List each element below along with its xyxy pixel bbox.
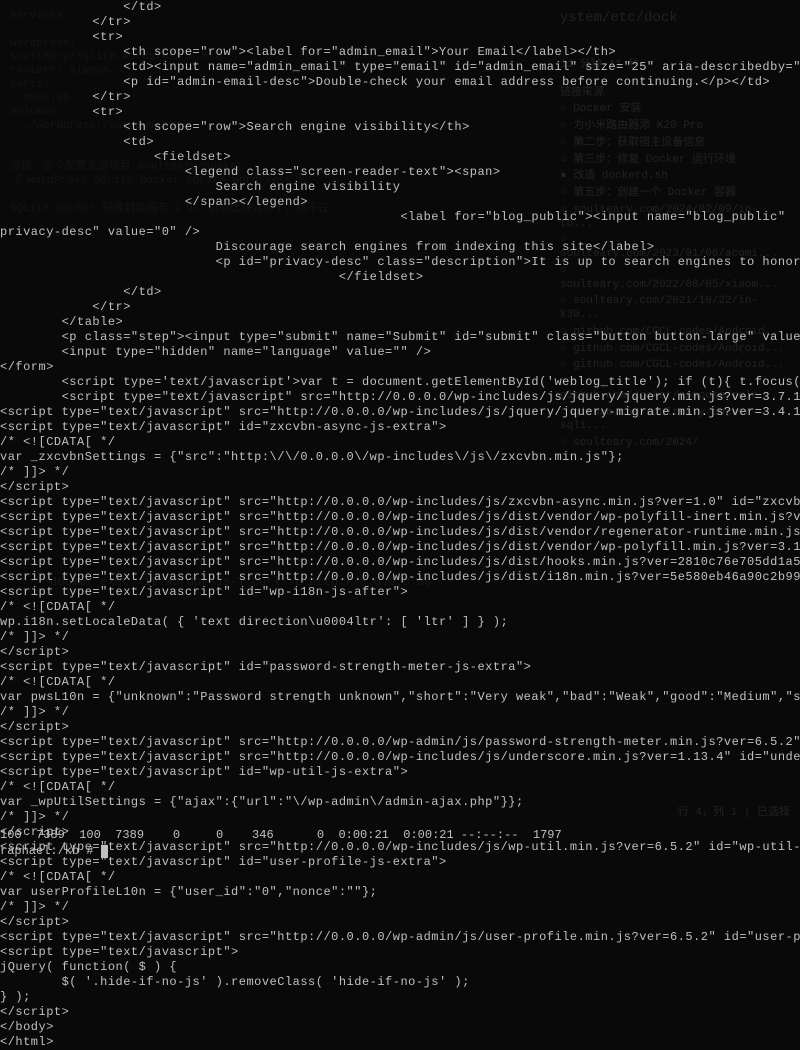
terminal-line: /* <![CDATA[ */ xyxy=(0,600,800,615)
terminal-line: <legend class="screen-reader-text"><span… xyxy=(0,165,800,180)
terminal-line: <script type="text/javascript" src="http… xyxy=(0,405,800,420)
terminal-line: <script type="text/javascript" src="http… xyxy=(0,540,800,555)
terminal-line: </tr> xyxy=(0,300,800,315)
terminal-line: </form> xyxy=(0,360,800,375)
terminal-line: $( '.hide-if-no-js' ).removeClass( 'hide… xyxy=(0,975,800,990)
terminal-line: <tr> xyxy=(0,30,800,45)
curl-progress-line: 100 7389 100 7389 0 0 346 0 0:00:21 0:00… xyxy=(0,828,562,843)
terminal-line: /* ]]> */ xyxy=(0,810,800,825)
terminal-line: <fieldset> xyxy=(0,150,800,165)
terminal-line: <script type="text/javascript" id="wp-ut… xyxy=(0,765,800,780)
terminal-line: </body> xyxy=(0,1020,800,1035)
terminal-line: var _wpUtilSettings = {"ajax":{"url":"\/… xyxy=(0,795,800,810)
terminal-line: <td> xyxy=(0,135,800,150)
terminal-line: wp.i18n.setLocaleData( { 'text direction… xyxy=(0,615,800,630)
terminal-line: <p class="step"><input type="submit" nam… xyxy=(0,330,800,345)
terminal-output[interactable]: </td> </tr> <tr> <th scope="row"><label … xyxy=(0,0,800,1050)
terminal-line: /* ]]> */ xyxy=(0,900,800,915)
terminal-line: </script> xyxy=(0,915,800,930)
terminal-line: </tr> xyxy=(0,90,800,105)
terminal-line: } ); xyxy=(0,990,800,1005)
terminal-line: <p id="admin-email-desc">Double-check yo… xyxy=(0,75,800,90)
terminal-line: /* <![CDATA[ */ xyxy=(0,870,800,885)
terminal-line: <script type="text/javascript" src="http… xyxy=(0,735,800,750)
terminal-line: <script type="text/javascript"> xyxy=(0,945,800,960)
terminal-line: <script type='text/javascript'>var t = d… xyxy=(0,375,800,390)
shell-prompt[interactable]: raphael:/kb # xyxy=(0,844,108,859)
terminal-line: jQuery( function( $ ) { xyxy=(0,960,800,975)
terminal-line: </table> xyxy=(0,315,800,330)
terminal-line: <script type="text/javascript" id="passw… xyxy=(0,660,800,675)
terminal-line: var pwsL10n = {"unknown":"Password stren… xyxy=(0,690,800,705)
terminal-line: </script> xyxy=(0,1005,800,1020)
terminal-line: <script type="text/javascript" src="http… xyxy=(0,510,800,525)
terminal-line: <label for="blog_public"><input name="bl… xyxy=(0,210,800,225)
terminal-line: </script> xyxy=(0,480,800,495)
terminal-line: </td> xyxy=(0,285,800,300)
terminal-line: <th scope="row">Search engine visibility… xyxy=(0,120,800,135)
terminal-line: /* ]]> */ xyxy=(0,465,800,480)
terminal-line: Search engine visibility xyxy=(0,180,800,195)
terminal-line: <script type="text/javascript" src="http… xyxy=(0,390,800,405)
terminal-line: <script type="text/javascript" src="http… xyxy=(0,525,800,540)
terminal-line: <script type="text/javascript" src="http… xyxy=(0,930,800,945)
terminal-line: </script> xyxy=(0,720,800,735)
terminal-line: <input type="hidden" name="language" val… xyxy=(0,345,800,360)
terminal-line: </td> xyxy=(0,0,800,15)
terminal-line: </span></legend> xyxy=(0,195,800,210)
terminal-line: <script type="text/javascript" id="user-… xyxy=(0,855,800,870)
terminal-line: <td><input name="admin_email" type="emai… xyxy=(0,60,800,75)
terminal-line: <p id="privacy-desc" class="description"… xyxy=(0,255,800,270)
terminal-line: <tr> xyxy=(0,105,800,120)
terminal-line: /* <![CDATA[ */ xyxy=(0,675,800,690)
terminal-line: privacy-desc" value="0" /> xyxy=(0,225,800,240)
terminal-line: </fieldset> xyxy=(0,270,800,285)
faded-curl-command: docker exec -it wordpress-1 curl -L http… xyxy=(50,575,432,590)
terminal-line: /* ]]> */ xyxy=(0,630,800,645)
terminal-line: Discourage search engines from indexing … xyxy=(0,240,800,255)
terminal-line: </script> xyxy=(0,645,800,660)
terminal-line: var _zxcvbnSettings = {"src":"http:\/\/0… xyxy=(0,450,800,465)
terminal-line: <script type="text/javascript" src="http… xyxy=(0,555,800,570)
terminal-line: <script type="text/javascript" id="zxcvb… xyxy=(0,420,800,435)
terminal-line: /* <![CDATA[ */ xyxy=(0,780,800,795)
terminal-line: <script type="text/javascript" src="http… xyxy=(0,495,800,510)
terminal-line: var userProfileL10n = {"user_id":"0","no… xyxy=(0,885,800,900)
terminal-line: /* <![CDATA[ */ xyxy=(0,435,800,450)
terminal-line: <th scope="row"><label for="admin_email"… xyxy=(0,45,800,60)
terminal-line: /* ]]> */ xyxy=(0,705,800,720)
cursor-icon xyxy=(101,845,108,858)
terminal-line: <script type="text/javascript" src="http… xyxy=(0,750,800,765)
terminal-line: </tr> xyxy=(0,15,800,30)
terminal-line: </html> xyxy=(0,1035,800,1050)
